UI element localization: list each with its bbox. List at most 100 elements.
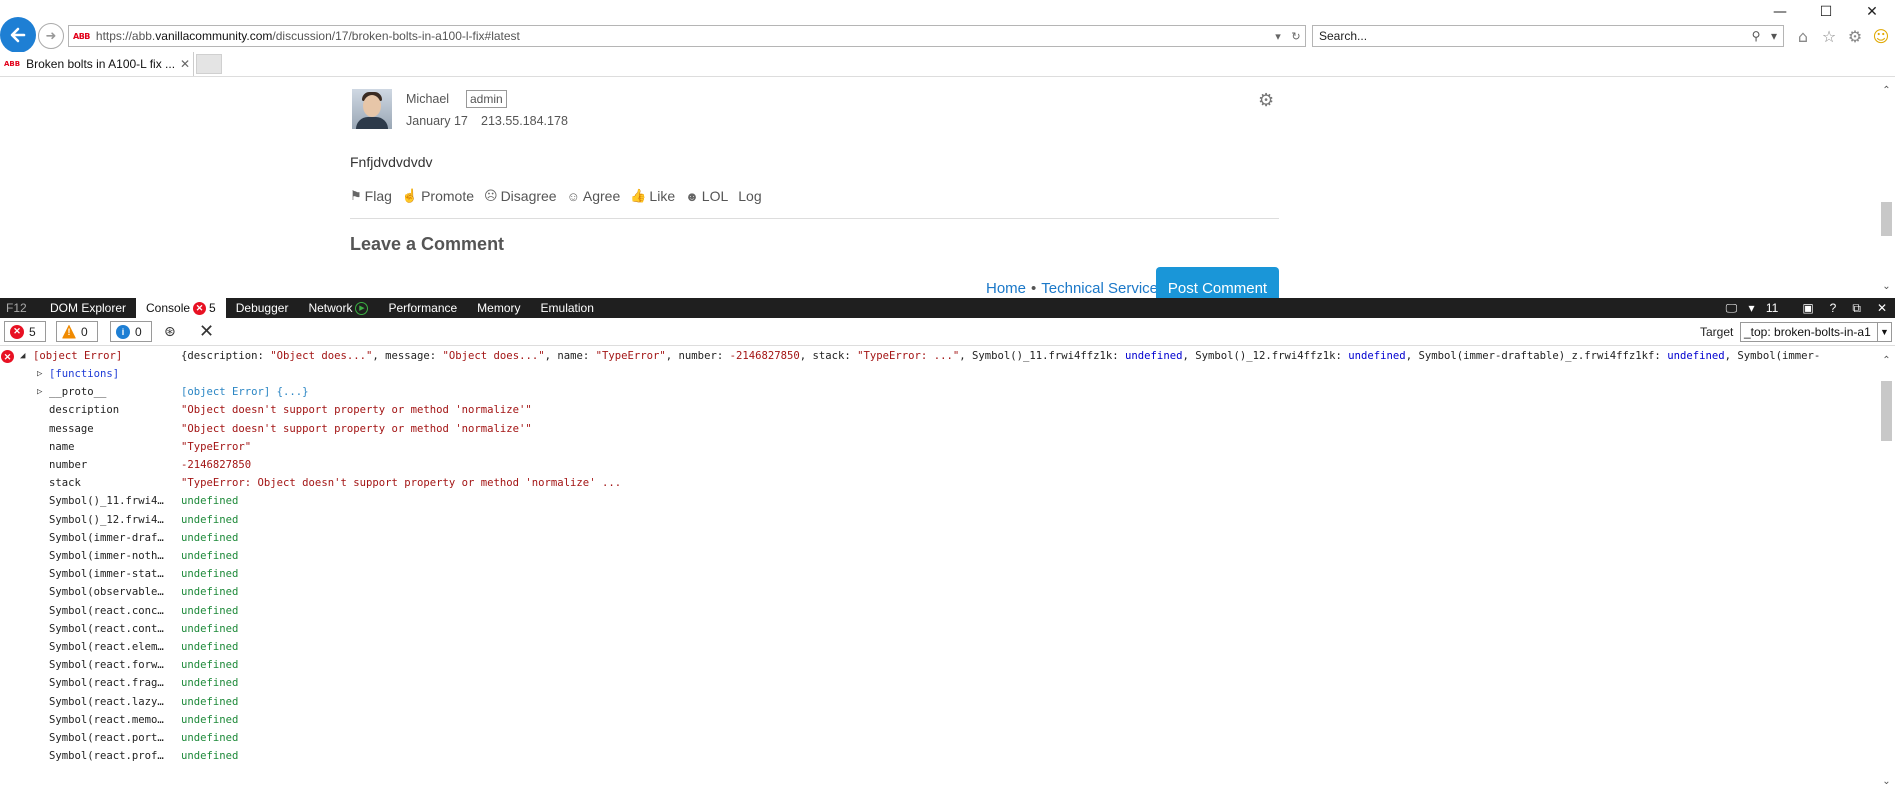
warnings-count: 0 [81,324,88,339]
comment-date[interactable]: January 17 [406,114,468,128]
search-input[interactable] [1319,29,1747,43]
flag-label: Flag [364,188,392,204]
agree-button[interactable]: ☺ Agree [567,188,621,204]
warnings-filter[interactable]: ! 0 [56,321,98,342]
promote-button[interactable]: ☝ Promote [402,188,474,204]
clear-on-navigate-icon[interactable]: ⊛ [164,324,176,340]
window-controls: — ☐ ✕ [1757,0,1895,24]
target-label: Target [1700,325,1734,339]
lol-button[interactable]: ☻ LOL [685,188,728,204]
page-scrollbar[interactable]: ⌃ ⌄ [1878,77,1895,298]
breadcrumb-separator: • [1031,280,1037,297]
scroll-up-icon[interactable]: ⌃ [1878,85,1895,101]
back-button[interactable] [0,17,36,53]
console-scrollbar[interactable]: ⌃ ⌄ [1878,347,1895,789]
scroll-up-icon[interactable]: ⌃ [1878,355,1895,366]
url-prefix: https://abb. [95,29,156,43]
flag-button[interactable]: ⚑ Flag [350,188,392,204]
like-icon: 👍 [630,188,647,203]
tab-debugger[interactable]: Debugger [226,298,299,318]
undock-icon[interactable]: ⧉ [1844,301,1869,316]
property-key: Symbol(immer-draf… [49,531,164,544]
summary-part: , stack: [799,350,858,362]
tab-dom-explorer[interactable]: DOM Explorer [40,298,136,318]
expand-triangle-icon[interactable]: ◢ [20,347,25,365]
tab-memory[interactable]: Memory [467,298,530,318]
property-key: Symbol(react.cont… [49,622,164,635]
scroll-down-icon[interactable]: ⌄ [1878,281,1895,297]
summary-part: -2146827850 [729,350,800,362]
summary-part: {description: [181,350,271,362]
tab-close-icon[interactable]: ✕ [177,57,193,71]
property-row[interactable]: ▷ __proto__ [object Error] {...} [0,383,1878,401]
property-value: "TypeError" [181,440,252,453]
disagree-button[interactable]: ☹ Disagree [484,188,557,204]
clear-console-icon[interactable]: ✕ [199,321,214,342]
page-scroll-thumb[interactable] [1881,202,1892,236]
devtools-right-controls: 🖵 ▾ 11 ▣ ? ⧉ ✕ [1710,298,1895,318]
maximize-button[interactable]: ☐ [1803,0,1849,24]
error-icon: ✕ [1,350,14,363]
new-tab-button[interactable] [196,54,222,74]
property-row: Symbol(react.memo… undefined [0,711,1878,729]
breadcrumb-home-link[interactable]: Home [986,280,1026,297]
like-button[interactable]: 👍 Like [630,188,675,204]
property-key: Symbol()_12.frwi4… [49,513,164,526]
info-filter[interactable]: i0 [110,321,152,342]
help-button[interactable]: ? [1822,301,1845,315]
close-devtools-button[interactable]: ✕ [1869,301,1895,315]
address-bar[interactable]: ABB https://abb.vanillacommunity.com/dis… [68,25,1306,47]
search-icon[interactable]: ⚲ [1747,29,1765,43]
post-comment-button[interactable]: Post Comment [1156,267,1279,298]
error-object-name[interactable]: [object Error] [33,347,122,365]
summary-part: , Symbol(immer-draftable)_z.frwi4ffz1kf: [1405,350,1668,362]
feedback-smiley-icon[interactable]: ☺ [1870,25,1892,47]
url-domain: vanillacommunity.com [155,29,273,43]
tab-emulation[interactable]: Emulation [531,298,604,318]
document-mode-selector[interactable]: 🖵 ▾ 11 [1710,301,1795,316]
search-dropdown-icon[interactable]: ▾ [1765,29,1783,43]
search-box[interactable]: ⚲ ▾ [1312,25,1784,47]
summary-part: , message: [372,350,443,362]
tab-network[interactable]: Network ▶ [298,298,378,318]
property-key: Symbol(immer-stat… [49,568,164,581]
address-url[interactable]: https://abb.vanillacommunity.com/discuss… [96,29,1269,43]
home-icon[interactable]: ⌂ [1792,25,1814,47]
summary-part: "TypeError: ..." [857,350,960,362]
refresh-icon[interactable]: ↻ [1287,30,1305,43]
tab-performance[interactable]: Performance [378,298,467,318]
tab-console[interactable]: Console ✕ 5 [136,298,226,318]
dropdown-arrow-icon[interactable]: ▾ [1269,30,1287,43]
console-error-entry[interactable]: ✕ ◢ [object Error] {description: "Object… [0,347,1878,365]
summary-part: , number: [665,350,730,362]
property-row[interactable]: ▷ [functions] [0,365,1878,383]
errors-filter[interactable]: ✕ 5 [4,321,46,342]
lol-label: LOL [701,188,729,204]
close-window-button[interactable]: ✕ [1849,0,1895,24]
browser-tab[interactable]: ABB Broken bolts in A100-L fix ... ✕ [0,52,194,76]
minimize-button[interactable]: — [1757,0,1803,24]
author-name[interactable]: Michael [406,92,449,106]
scroll-down-icon[interactable]: ⌄ [1878,776,1895,787]
property-key: message [49,422,94,435]
console-toggle-icon[interactable]: ▣ [1794,301,1821,315]
log-button[interactable]: Log [738,188,761,204]
back-arrow-icon [10,27,26,43]
forward-button[interactable]: ➜ [38,23,64,49]
property-row: Symbol(react.lazy… undefined [0,693,1878,711]
favorites-star-icon[interactable]: ☆ [1818,25,1840,47]
expand-triangle-icon[interactable]: ▷ [37,383,42,401]
property-key: Symbol(react.port… [49,732,164,744]
breadcrumb-section-link[interactable]: Technical Service [1041,280,1158,297]
tools-gear-icon[interactable]: ⚙ [1844,25,1866,47]
expand-triangle-icon[interactable]: ▷ [37,365,42,383]
property-key: Symbol(react.frag… [49,677,164,690]
property-row: Symbol(react.frag… undefined [0,674,1878,692]
target-select[interactable]: _top: broken-bolts-in-a1 ▼ [1740,322,1892,342]
browser-toolbar: ⌂ ☆ ⚙ ☺ [1792,25,1892,47]
console-scroll-thumb[interactable] [1881,381,1892,441]
summary-part: "TypeError" [595,350,666,362]
role-badge: admin [466,90,507,108]
comment-options-gear-icon[interactable]: ⚙ [1258,90,1274,111]
avatar[interactable] [352,89,392,129]
